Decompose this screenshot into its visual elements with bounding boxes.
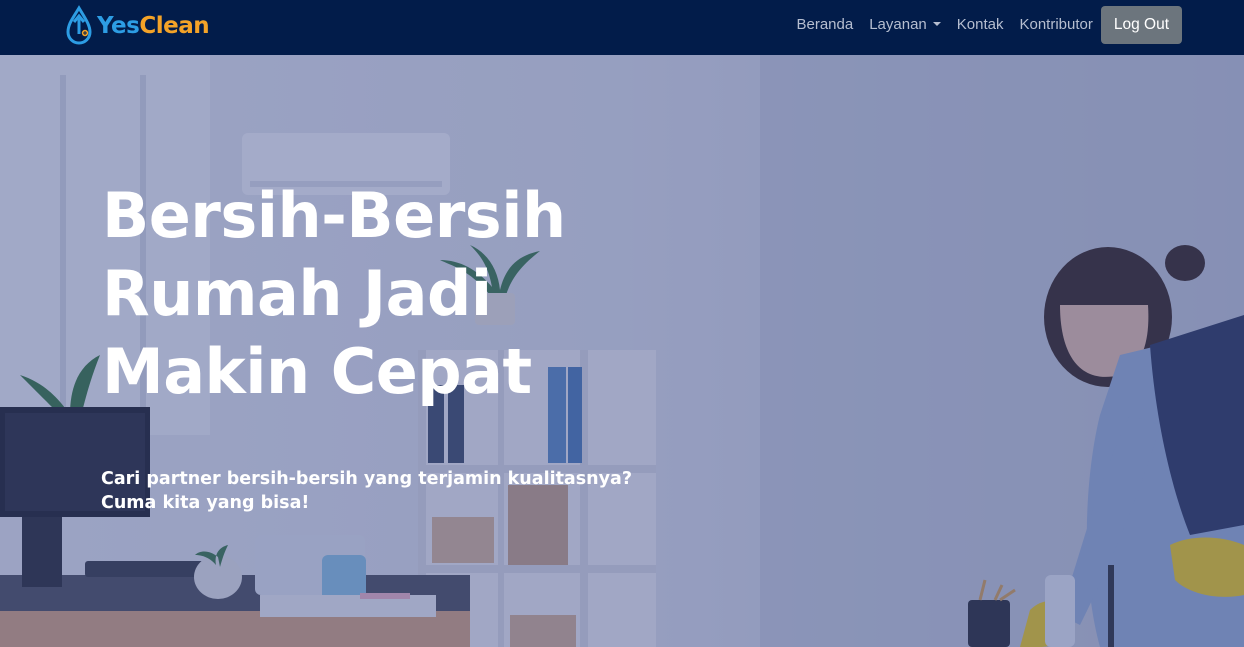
nav-link-kontributor[interactable]: Kontributor	[1011, 6, 1100, 44]
hero-section: Bersih-Bersih Rumah Jadi Makin Cepat Car…	[0, 55, 1244, 647]
nav-link-beranda[interactable]: Beranda	[788, 6, 861, 44]
nav-link-layanan-label: Layanan	[869, 16, 927, 33]
brand-name: YesClean	[97, 13, 210, 39]
brand-name-clean: Clean	[139, 13, 210, 39]
hero-title-line: Bersih-Bersih	[102, 179, 566, 252]
hero-subtitle-line: Cari partner bersih-bersih yang terjamin…	[101, 469, 632, 489]
hero-title-line: Rumah Jadi	[102, 257, 492, 330]
water-drop-logo-icon	[66, 5, 92, 45]
nav-link-layanan[interactable]: Layanan	[861, 6, 949, 44]
hero-title-line: Makin Cepat	[102, 335, 532, 408]
navbar: YesClean Beranda Layanan Kontak Kontribu…	[0, 0, 1244, 55]
dropdown-caret-icon	[932, 22, 941, 26]
brand-name-yes: Yes	[97, 13, 140, 39]
logout-button[interactable]: Log Out	[1100, 6, 1182, 44]
hero-subtitle-line: Cuma kita yang bisa!	[101, 493, 310, 513]
nav-menu: Beranda Layanan Kontak Kontributor Log O…	[788, 6, 1182, 44]
hero-subtitle: Cari partner bersih-bersih yang terjamin…	[101, 467, 632, 515]
nav-link-kontak[interactable]: Kontak	[949, 6, 1012, 44]
brand-logo[interactable]: YesClean	[64, 4, 210, 48]
hero-title: Bersih-Bersih Rumah Jadi Makin Cepat	[102, 177, 572, 411]
